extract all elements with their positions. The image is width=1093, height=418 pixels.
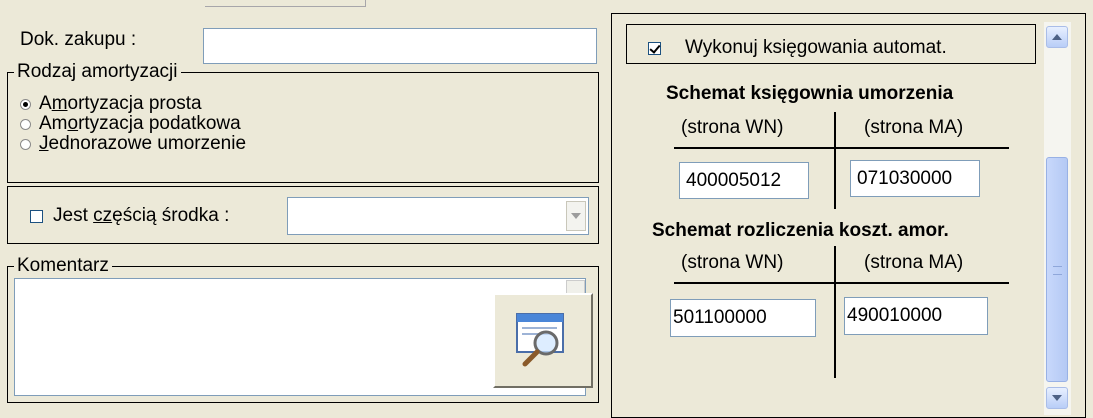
amortyzacja-options: Amortyzacja prosta Amortyzacja podatkowa… <box>20 93 247 154</box>
radio-amortyzacja-podatkowa[interactable]: Amortyzacja podatkowa <box>20 113 246 134</box>
top-strip <box>0 0 1093 8</box>
dok-zakupu-label: Dok. zakupu : <box>20 29 137 50</box>
left-panel: Dok. zakupu : Rodzaj amortyzacji Amortyz… <box>0 8 607 403</box>
radio-label: Jednorazowe umorzenie <box>39 133 247 154</box>
auto-posting-row[interactable]: Wykonuj księgowania automat. <box>648 37 947 59</box>
schemat-kosztow-title: Schemat rozliczenia koszt. amor. <box>652 220 949 241</box>
kosztow-wn-input[interactable] <box>670 299 816 337</box>
umorzenia-vertical-divider <box>834 112 836 209</box>
umorzenia-horizontal-divider <box>674 147 1009 149</box>
scroll-down-button[interactable] <box>1046 387 1068 409</box>
schemat-umorzenia-title: Schemat księgownia umorzenia <box>666 83 954 104</box>
umorzenia-col-ma: (strona MA) <box>864 117 964 138</box>
czesc-srodka-checkbox-row[interactable]: Jest częścią środka : <box>30 205 229 227</box>
kosztow-col-ma: (strona MA) <box>864 252 964 273</box>
umorzenia-wn-input[interactable] <box>679 162 809 199</box>
auto-posting-label: Wykonuj księgowania automat. <box>685 37 947 58</box>
czesc-srodka-select[interactable] <box>287 197 589 235</box>
czesc-srodka-label: Jest częścią środka : <box>53 205 230 226</box>
radio-label: Amortyzacja prosta <box>39 93 202 114</box>
umorzenia-ma-input[interactable] <box>850 160 980 197</box>
kosztow-col-wn: (strona WN) <box>681 252 784 273</box>
komentarz-legend: Komentarz <box>14 256 112 276</box>
radio-amortyzacja-prosta[interactable]: Amortyzacja prosta <box>20 93 246 114</box>
chevron-down-icon <box>571 213 581 219</box>
radio-label: Amortyzacja podatkowa <box>39 113 241 134</box>
czesc-srodka-checkbox[interactable] <box>30 209 43 223</box>
right-panel-scrollbar[interactable] <box>1044 22 1071 415</box>
radio-selected-icon[interactable] <box>20 98 31 110</box>
scroll-up-button[interactable] <box>1046 26 1068 48</box>
arrow-down-icon <box>1052 395 1062 401</box>
scrollbar-thumb[interactable] <box>1046 157 1068 382</box>
rodzaj-amortyzacji-legend: Rodzaj amortyzacji <box>14 62 181 82</box>
kosztow-vertical-divider <box>834 246 836 378</box>
kosztow-ma-input[interactable] <box>844 297 988 335</box>
radio-unselected-icon[interactable] <box>20 118 31 130</box>
arrow-up-icon <box>1052 34 1062 40</box>
dok-zakupu-input[interactable] <box>203 28 597 64</box>
thumb-grip-icon <box>1053 266 1062 275</box>
magnifier-window-icon <box>516 313 564 367</box>
kosztow-horizontal-divider <box>674 282 1009 284</box>
umorzenia-col-wn: (strona WN) <box>681 117 784 138</box>
dropdown-button[interactable] <box>566 201 586 231</box>
right-panel: Wykonuj księgowania automat. Schemat ksi… <box>611 13 1086 418</box>
radio-unselected-icon[interactable] <box>20 138 31 150</box>
auto-posting-checkbox[interactable] <box>648 41 661 55</box>
preview-button[interactable] <box>493 293 593 388</box>
radio-jednorazowe-umorzenie[interactable]: Jednorazowe umorzenie <box>20 133 247 154</box>
